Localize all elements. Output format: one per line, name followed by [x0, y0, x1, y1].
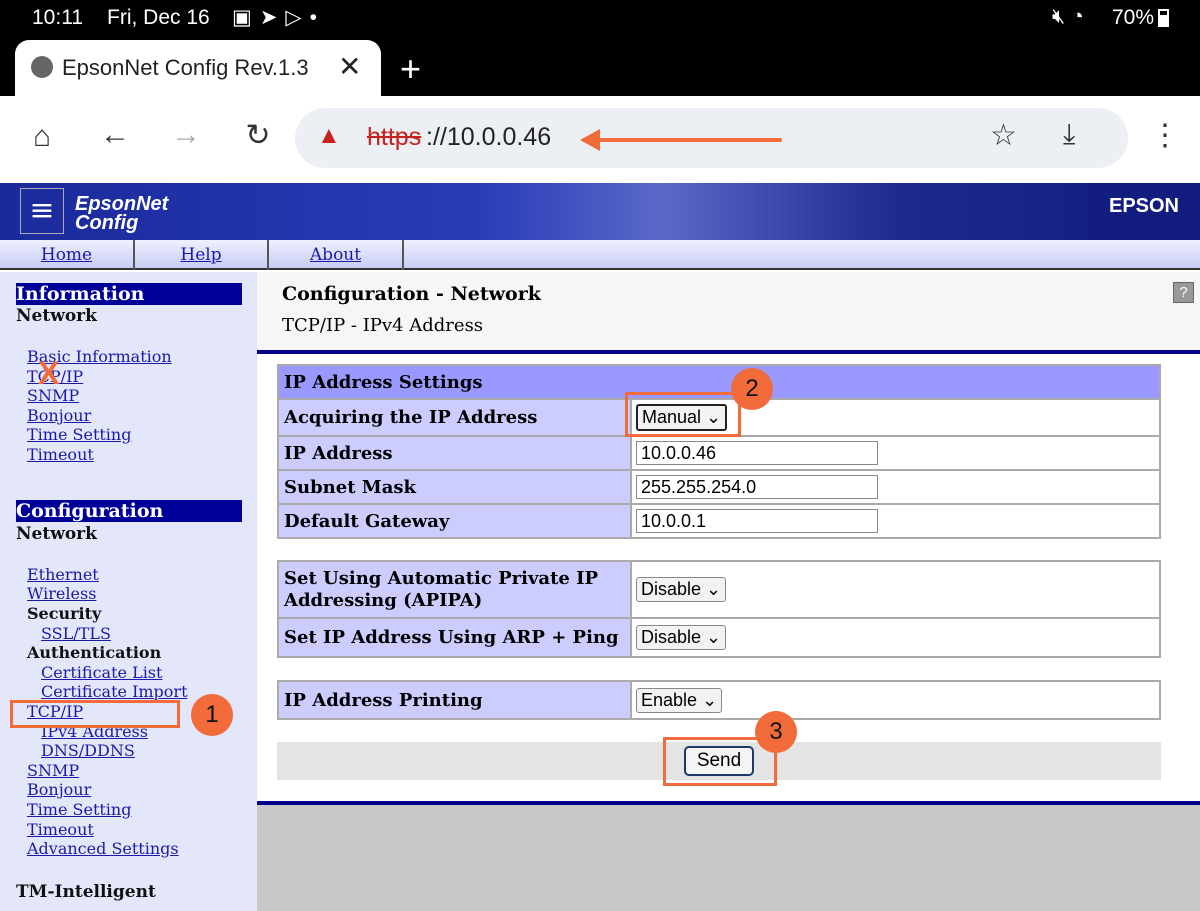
- annotation-x-mark: X: [38, 355, 60, 391]
- battery-icon: [1158, 9, 1169, 27]
- star-icon[interactable]: ☆: [990, 118, 1017, 153]
- home-icon[interactable]: ⌂: [22, 120, 62, 154]
- forward-icon[interactable]: →: [166, 118, 206, 152]
- status-bar: 10:11 Fri, Dec 16 ▣➤▷• 🔇︎ ◔ 70%: [0, 0, 1200, 40]
- globe-icon: [31, 56, 53, 78]
- row-label: IP Address: [277, 435, 632, 471]
- apipa-table: Set Using Automatic Private IP Addressin…: [277, 560, 1161, 658]
- annotation-step-1: 1: [191, 694, 233, 736]
- ip-printing-select[interactable]: Enable ⌄: [636, 687, 723, 713]
- nav-about[interactable]: About: [310, 245, 361, 265]
- link-ssl-tls[interactable]: SSL/TLS: [41, 624, 111, 643]
- subnet-mask-input[interactable]: [636, 475, 878, 499]
- sidebar-security: Security: [27, 604, 102, 623]
- ip-settings-table: IP Address Settings Acquiring the IP Add…: [277, 364, 1161, 539]
- arp-ping-select[interactable]: Disable ⌄: [636, 625, 727, 650]
- battery-level: 70%: [1112, 6, 1155, 29]
- sidebar-tm-intelligent: TM-Intelligent: [16, 882, 156, 902]
- link-config-snmp[interactable]: SNMP: [27, 761, 79, 780]
- epsonnet-logo: EpsonNet Config: [75, 193, 169, 234]
- menu-icon[interactable]: ⋮: [1150, 118, 1180, 153]
- link-advanced-settings[interactable]: Advanced Settings: [27, 839, 179, 858]
- annotation-arrow: [582, 138, 782, 142]
- row-label: Set Using Automatic Private IP Addressin…: [277, 560, 632, 619]
- link-info-time-setting[interactable]: Time Setting: [27, 425, 131, 444]
- page-header: Configuration - Network TCP/IP - IPv4 Ad…: [257, 272, 1200, 350]
- help-icon[interactable]: ?: [1173, 282, 1194, 303]
- link-info-bonjour[interactable]: Bonjour: [27, 406, 91, 425]
- status-date: Fri, Dec 16: [107, 6, 210, 29]
- annotation-box-1: [10, 700, 180, 728]
- sidebar-authentication: Authentication: [27, 643, 162, 662]
- row-label: Default Gateway: [277, 503, 632, 539]
- link-dns-ddns[interactable]: DNS/DDNS: [41, 741, 135, 760]
- notification-icons: ▣➤▷•: [232, 6, 325, 29]
- link-certificate-list[interactable]: Certificate List: [41, 663, 162, 682]
- annotation-box-2: [625, 392, 741, 437]
- printing-table: IP Address Printing Enable ⌄: [277, 680, 1161, 720]
- warning-icon: ▲: [317, 122, 341, 149]
- annotation-arrow-head: [580, 129, 600, 151]
- sidebar-configuration-title: Configuration: [16, 500, 242, 522]
- reload-icon[interactable]: ↻: [238, 118, 278, 153]
- link-config-timeout[interactable]: Timeout: [27, 820, 94, 839]
- download-icon[interactable]: ⤓: [1063, 118, 1075, 151]
- page-subtitle: TCP/IP - IPv4 Address: [282, 315, 484, 336]
- tab-title: EpsonNet Config Rev.1.3: [62, 55, 309, 80]
- epson-brand: EPSON: [1088, 183, 1200, 240]
- link-info-timeout[interactable]: Timeout: [27, 445, 94, 464]
- divider: [257, 350, 1200, 354]
- page-title: Configuration - Network: [282, 283, 541, 305]
- row-label: Acquiring the IP Address: [277, 398, 632, 437]
- back-icon[interactable]: ←: [95, 118, 135, 152]
- status-time: 10:11: [32, 6, 83, 29]
- sidebar-information-title: Information: [16, 283, 242, 305]
- sidebar-info-network: Network: [16, 306, 97, 326]
- ip-address-input[interactable]: [636, 441, 878, 465]
- url-host: ://10.0.0.46: [426, 123, 552, 151]
- browser-tab[interactable]: EpsonNet Config Rev.1.3 ✕: [15, 40, 381, 96]
- annotation-step-3: 3: [755, 711, 797, 753]
- epsonnet-logo-icon: ≡: [20, 188, 64, 234]
- new-tab-plus-icon[interactable]: +: [400, 48, 421, 90]
- link-config-time-setting[interactable]: Time Setting: [27, 800, 131, 819]
- mute-wifi-icon: 🔇︎ ◔: [1052, 5, 1084, 28]
- sidebar-config-network: Network: [16, 524, 97, 544]
- nav-help[interactable]: Help: [180, 245, 221, 265]
- link-config-bonjour[interactable]: Bonjour: [27, 780, 91, 799]
- apipa-select[interactable]: Disable ⌄: [636, 577, 727, 602]
- link-wireless[interactable]: Wireless: [27, 584, 96, 603]
- link-certificate-import[interactable]: Certificate Import: [41, 682, 188, 701]
- nav-home[interactable]: Home: [41, 245, 92, 265]
- link-ethernet[interactable]: Ethernet: [27, 565, 99, 584]
- default-gateway-input[interactable]: [636, 509, 878, 533]
- row-label: Subnet Mask: [277, 469, 632, 505]
- row-label: IP Address Printing: [277, 680, 632, 720]
- page-footer-area: [257, 805, 1200, 911]
- epsonnet-banner: ≡ EpsonNet Config EPSON: [0, 183, 1200, 240]
- top-nav: Home Help About: [0, 240, 1200, 270]
- close-icon[interactable]: ✕: [338, 50, 361, 83]
- annotation-step-2: 2: [731, 368, 773, 410]
- row-label: Set IP Address Using ARP + Ping: [277, 617, 632, 658]
- url-scheme: https: [367, 123, 422, 151]
